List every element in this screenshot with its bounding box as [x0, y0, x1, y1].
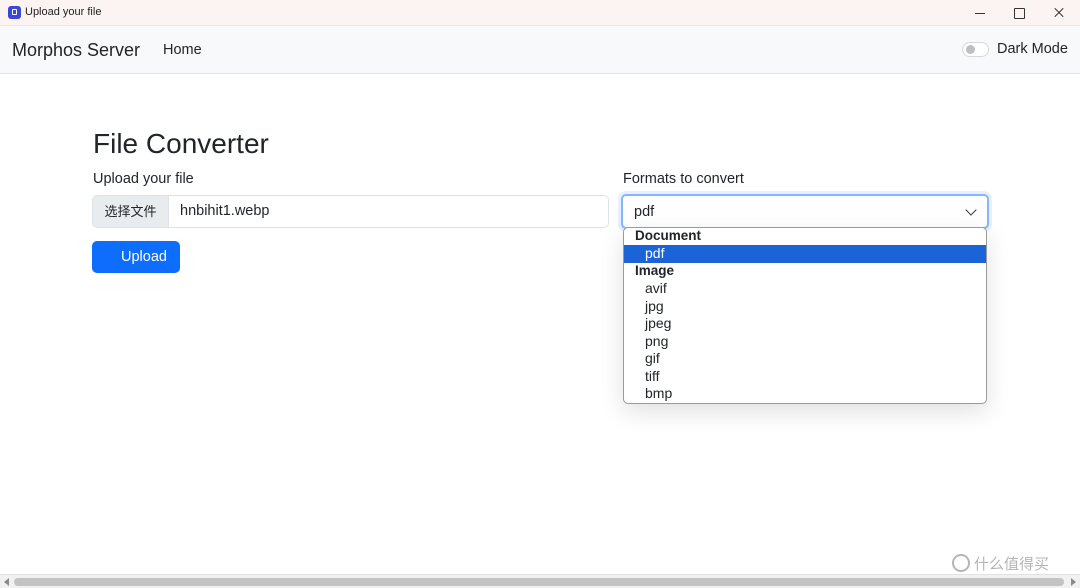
horizontal-scrollbar[interactable]	[0, 574, 1080, 588]
dark-mode-toggle[interactable]	[962, 42, 989, 57]
watermark-logo-icon	[952, 554, 970, 572]
optgroup-image: Image	[635, 263, 675, 278]
choose-file-button[interactable]: 选择文件	[93, 196, 169, 227]
toggle-knob	[966, 45, 975, 54]
option-gif[interactable]: gif	[624, 350, 986, 368]
scrollbar-thumb[interactable]	[14, 578, 1064, 586]
upload-label: Upload your file	[93, 171, 194, 187]
brand-link[interactable]: Morphos Server	[12, 40, 140, 61]
option-tiff[interactable]: tiff	[624, 368, 986, 386]
navbar: Morphos Server Home Dark Mode	[0, 26, 1080, 74]
chevron-down-icon	[965, 204, 977, 216]
optgroup-document: Document	[635, 228, 702, 243]
option-jpeg[interactable]: jpeg	[624, 315, 986, 333]
format-select-value: pdf	[634, 204, 655, 220]
window-title-bar: Upload your file	[0, 0, 1080, 26]
app-icon	[8, 6, 21, 19]
format-dropdown-list: Document pdf Image avif jpg jpeg png gif…	[623, 227, 987, 404]
scroll-right-icon[interactable]	[1071, 578, 1076, 586]
option-pdf[interactable]: pdf	[624, 245, 986, 263]
window-title: Upload your file	[25, 6, 102, 18]
option-avif[interactable]: avif	[624, 280, 986, 298]
formats-label: Formats to convert	[623, 171, 744, 187]
page-title: File Converter	[93, 128, 269, 159]
close-icon[interactable]	[1036, 0, 1080, 26]
watermark-text: 什么值得买	[974, 556, 1050, 573]
option-bmp[interactable]: bmp	[624, 385, 986, 403]
format-select[interactable]: pdf	[621, 194, 989, 229]
selected-file-name: hnbihit1.webp	[180, 203, 270, 219]
scroll-left-icon[interactable]	[4, 578, 9, 586]
upload-button[interactable]: Upload	[92, 241, 180, 273]
option-png[interactable]: png	[624, 333, 986, 351]
option-jpg[interactable]: jpg	[624, 298, 986, 316]
file-input[interactable]: 选择文件 hnbihit1.webp	[92, 195, 609, 228]
watermark: 什么值得买	[952, 553, 1049, 574]
dark-mode-label[interactable]: Dark Mode	[997, 41, 1068, 57]
nav-home-link[interactable]: Home	[163, 42, 202, 58]
